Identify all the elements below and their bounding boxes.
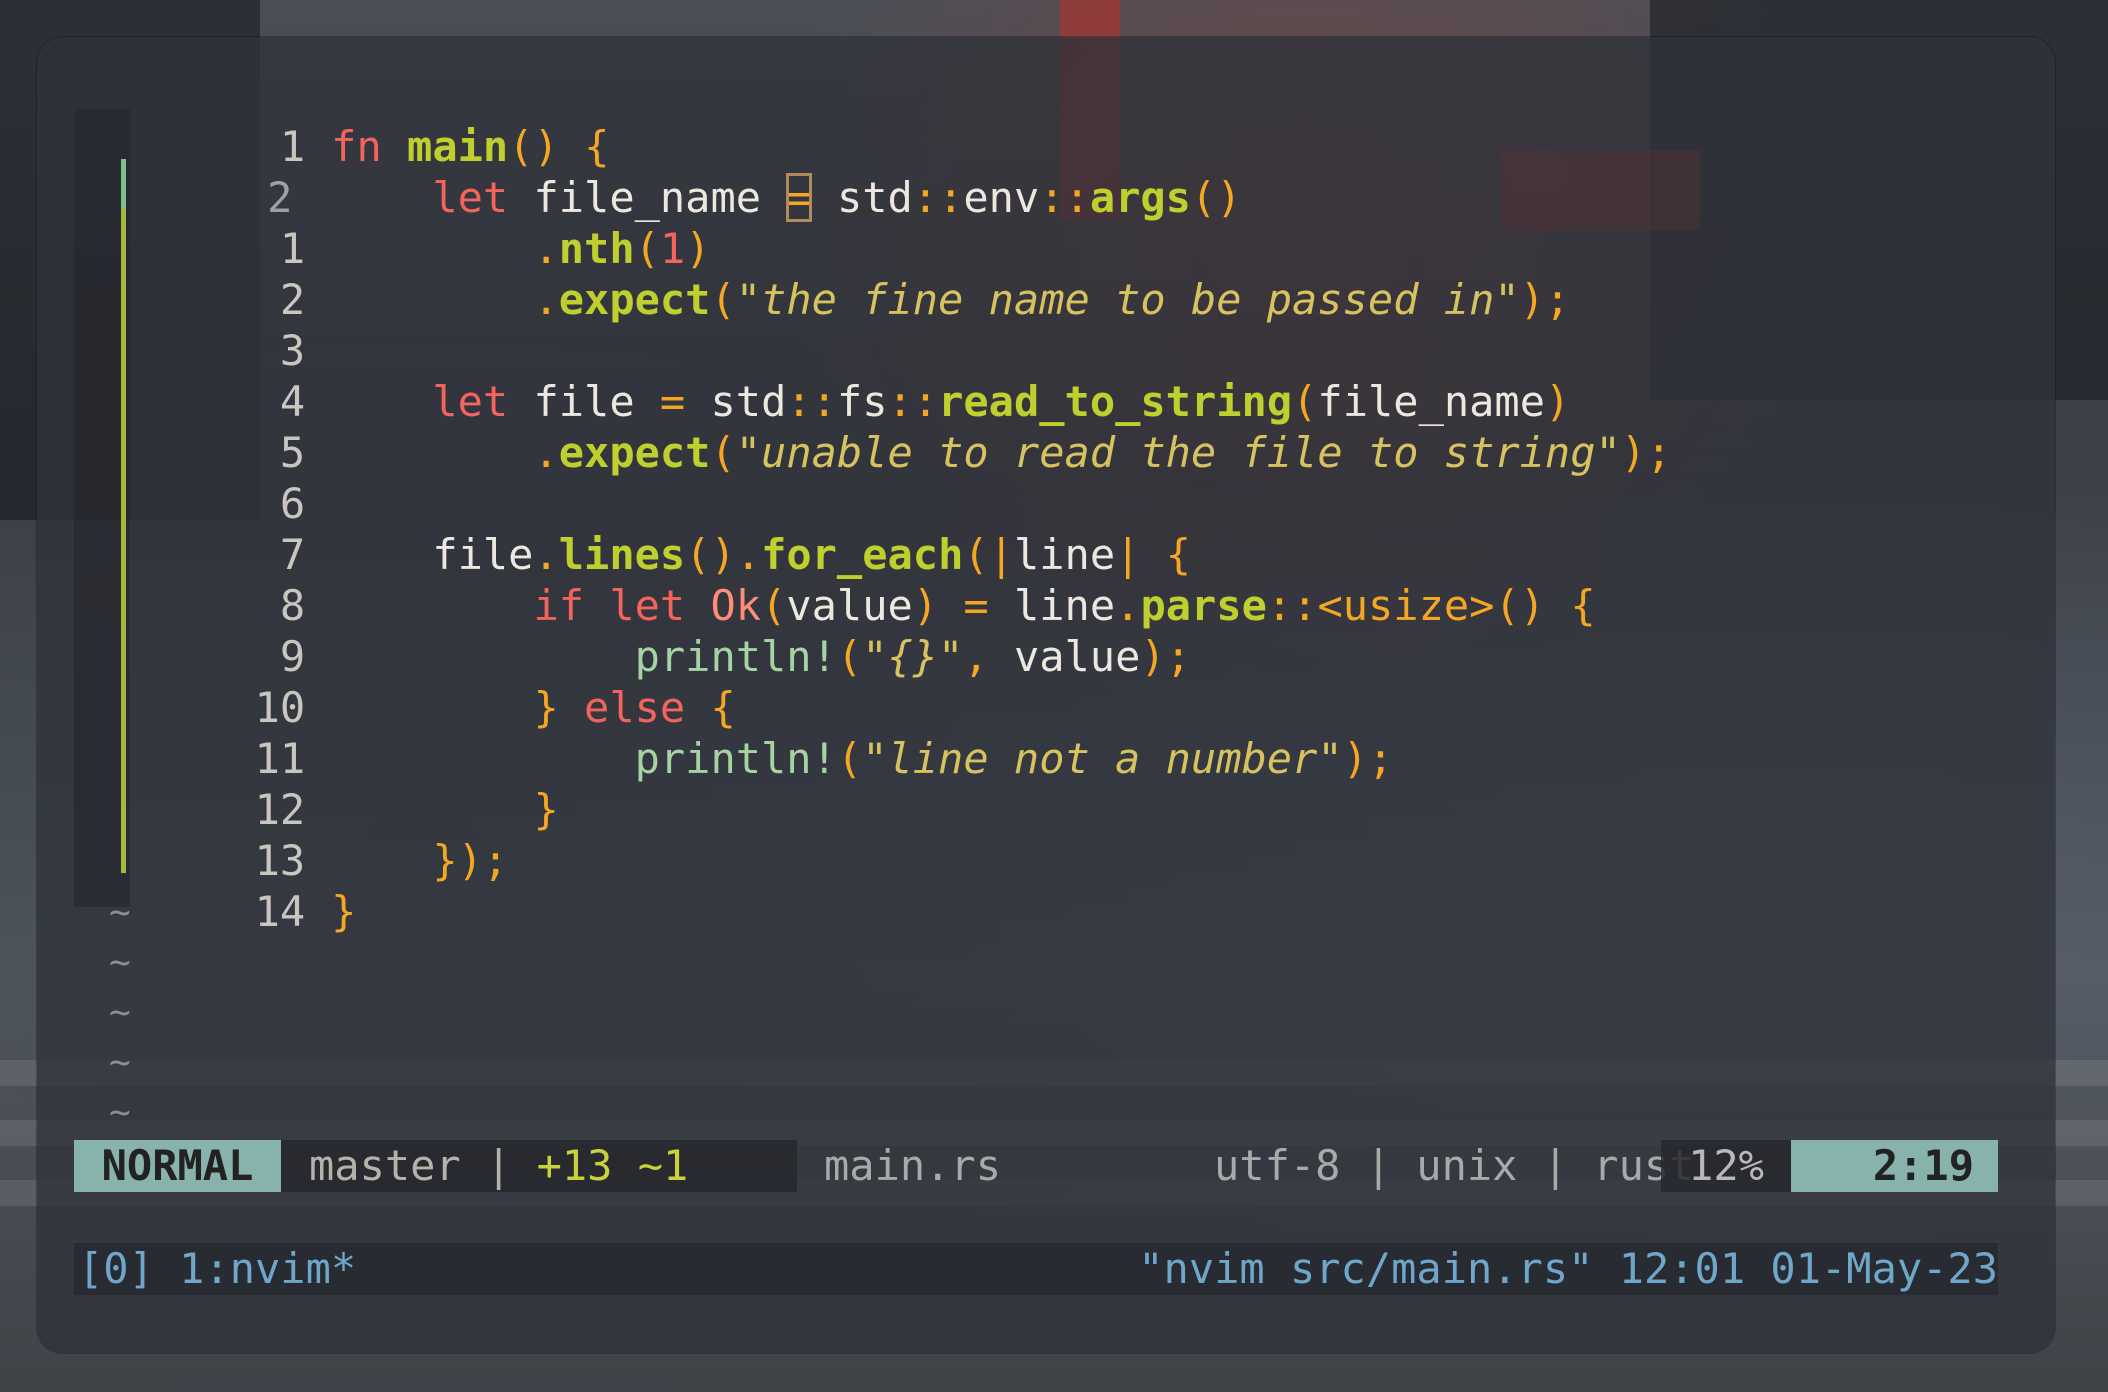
- empty-line-marker: ~: [109, 942, 131, 983]
- text-cursor: =: [786, 173, 812, 222]
- file-info: utf-8 | unix | rust: [1214, 1141, 1695, 1190]
- line-number: 14: [254, 887, 306, 936]
- code-line[interactable]: 9 println!("{}", value);: [74, 580, 1191, 681]
- empty-line-marker: ~: [109, 1092, 131, 1133]
- file-name: main.rs: [824, 1141, 1002, 1190]
- code-line[interactable]: 12 }: [74, 733, 559, 834]
- code-line[interactable]: 3: [74, 274, 331, 375]
- mode-indicator: NORMAL: [74, 1140, 281, 1192]
- empty-line-marker: ~: [109, 1042, 131, 1083]
- code-line[interactable]: 1 .nth(1): [74, 172, 711, 273]
- code-line[interactable]: 1 fn main() {: [74, 70, 610, 171]
- code-line[interactable]: 13 });: [74, 784, 509, 885]
- code-line[interactable]: 11 println!("line not a number");: [74, 682, 1394, 783]
- code-line[interactable]: 6: [74, 427, 331, 528]
- statusline: NORMAL master | +13 ~1 main.rs utf-8 | u…: [74, 1140, 1998, 1192]
- empty-line-marker: ~: [109, 992, 131, 1033]
- tmux-status-bar: [0] 1:nvim* "nvim src/main.rs" 12:01 01-…: [74, 1243, 1998, 1295]
- code-line[interactable]: 8 if let Ok(value) = line.parse::<usize>…: [74, 529, 1596, 630]
- cursor-position: 2:19: [1791, 1140, 1998, 1192]
- tmux-window-list[interactable]: [0] 1:nvim*: [78, 1243, 356, 1295]
- git-branch-segment: master | +13 ~1: [281, 1140, 797, 1192]
- code-line[interactable]: 5 .expect("unable to read the file to st…: [74, 376, 1672, 477]
- code-line[interactable]: 10 } else {: [74, 631, 736, 732]
- code-line[interactable]: 14}: [74, 835, 357, 936]
- git-branch: master: [309, 1141, 461, 1190]
- code-line[interactable]: 7 file.lines().for_each(|line| {: [74, 478, 1191, 579]
- scroll-percent: 12%: [1661, 1140, 1791, 1192]
- code-line[interactable]: 2 .expect("the fine name to be passed in…: [74, 223, 1570, 324]
- code-line-current[interactable]: 2 let file_name = std::env::args(): [74, 121, 1242, 222]
- tmux-status-right: "nvim src/main.rs" 12:01 01-May-23: [1138, 1244, 1998, 1293]
- code-line[interactable]: 4 let file = std::fs::read_to_string(fil…: [74, 325, 1570, 426]
- empty-line-marker: ~: [109, 892, 131, 933]
- terminal-window[interactable]: 1 fn main() { 2 let file_name = std::env:…: [37, 37, 2055, 1353]
- git-diff-stats: +13 ~1: [536, 1141, 689, 1190]
